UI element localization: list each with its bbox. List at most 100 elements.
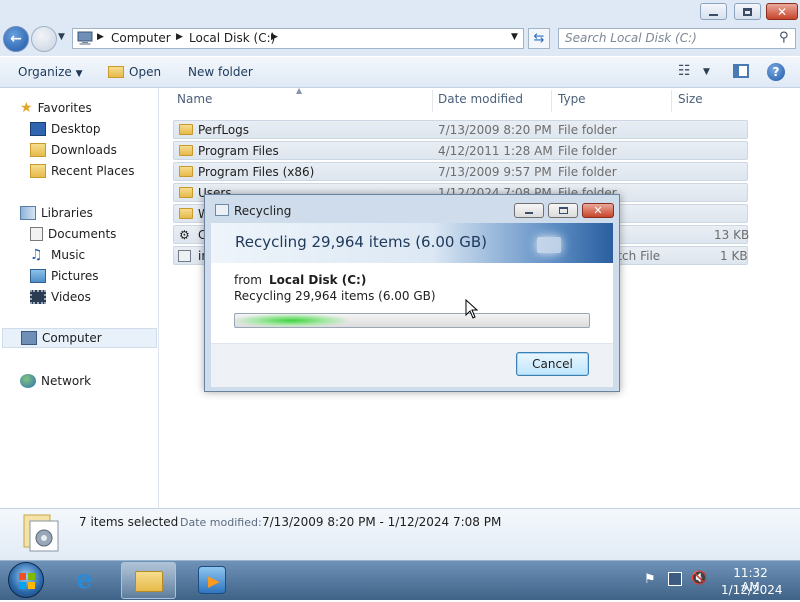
recycling-dialog: Recycling ✕ Recycling 29,964 items (6.00… [204, 194, 620, 392]
progress-bar [234, 313, 590, 328]
file-type: File folder [558, 144, 617, 158]
nav-item-pictures[interactable]: Pictures [30, 266, 99, 286]
open-label: Open [129, 65, 162, 79]
file-size: 1 KB [720, 249, 748, 263]
settings-file-icon: ⚙ [179, 228, 190, 242]
organize-button[interactable]: Organize ▼ [18, 65, 83, 79]
media-player-button[interactable]: ▶ [198, 566, 226, 594]
new-folder-button[interactable]: New folder [188, 65, 253, 79]
arrow-left-icon: ← [10, 31, 22, 47]
selection-count: 7 items selected [79, 515, 179, 529]
nav-item-label: Videos [51, 290, 91, 304]
pictures-icon [30, 269, 46, 283]
network-icon [20, 374, 36, 388]
breadcrumb-local-disk[interactable]: Local Disk (C:) [189, 31, 275, 45]
refresh-icon: ⇆ [533, 31, 545, 46]
recent-places-icon [30, 164, 46, 178]
file-row[interactable]: Program Files (x86) 7/13/2009 9:57 PM Fi… [173, 162, 748, 181]
downloads-icon [30, 143, 46, 157]
column-header-name[interactable]: Name [177, 92, 212, 106]
column-header-date-modified[interactable]: Date modified [438, 92, 523, 106]
nav-item-label: Pictures [51, 269, 99, 283]
computer-icon [21, 331, 37, 345]
documents-icon [30, 227, 43, 241]
cancel-button[interactable]: Cancel [516, 352, 589, 376]
folder-icon [179, 187, 193, 198]
nav-item-music[interactable]: ♫ Music [30, 245, 85, 265]
recent-pages-dropdown[interactable]: ▼ [58, 32, 65, 42]
explorer-taskbar-button[interactable] [121, 562, 176, 599]
close-window-button[interactable]: ✕ [766, 3, 798, 20]
open-button[interactable]: Open [108, 65, 161, 79]
file-type: File folder [558, 165, 617, 179]
column-header-size[interactable]: Size [678, 92, 703, 106]
help-icon[interactable]: ? [767, 63, 785, 81]
clock-date[interactable]: 1/12/2024 [721, 583, 783, 597]
nav-item-label: Music [51, 248, 86, 262]
nav-item-recent-places[interactable]: Recent Places [30, 161, 134, 181]
nav-favorites-label: Favorites [37, 101, 92, 115]
forward-button[interactable]: → [31, 26, 57, 52]
maximize-icon [558, 207, 568, 214]
file-row[interactable]: PerfLogs 7/13/2009 8:20 PM File folder [173, 120, 748, 139]
nav-item-label: Desktop [51, 122, 101, 136]
windows-logo-icon [19, 573, 35, 589]
computer-icon [76, 31, 94, 49]
nav-computer[interactable]: Computer [2, 328, 157, 348]
column-divider[interactable] [432, 90, 433, 112]
volume-muted-icon[interactable]: 🔇 [691, 571, 707, 586]
view-dropdown-icon[interactable]: ▼ [703, 67, 710, 77]
column-divider[interactable] [551, 90, 552, 112]
videos-icon [30, 290, 46, 304]
multiple-files-icon [20, 513, 62, 553]
progress-bar-fill [235, 314, 349, 327]
internet-explorer-button[interactable]: e [76, 566, 104, 594]
dialog-title: Recycling [234, 204, 292, 218]
nav-network-label: Network [41, 374, 92, 388]
nav-item-videos[interactable]: Videos [30, 287, 91, 307]
address-dropdown-icon[interactable]: ▼ [511, 32, 518, 42]
dialog-close-button[interactable]: ✕ [582, 203, 614, 218]
flag-icon[interactable]: ⚑ [644, 572, 656, 587]
nav-item-desktop[interactable]: Desktop [30, 119, 101, 139]
nav-item-downloads[interactable]: Downloads [30, 140, 117, 160]
restore-button[interactable] [734, 3, 761, 20]
date-modified-label: Date modified: [180, 516, 262, 529]
folder-open-icon [108, 66, 124, 78]
search-icon[interactable]: ⚲ [779, 30, 789, 45]
search-input[interactable]: Search Local Disk (C:) ⚲ [558, 28, 796, 49]
back-button[interactable]: ← [3, 26, 29, 52]
nav-libraries[interactable]: Libraries [20, 203, 93, 223]
start-button[interactable] [8, 562, 44, 598]
dialog-maximize-button[interactable] [548, 203, 578, 218]
mouse-cursor-icon [465, 298, 479, 322]
file-date: 7/13/2009 8:20 PM [438, 123, 552, 137]
preview-pane-icon[interactable] [733, 64, 749, 78]
address-bar[interactable]: ▶ Computer ▶ Local Disk (C:) ▶ ▼ [72, 28, 524, 49]
minimize-button[interactable] [700, 3, 727, 20]
file-type: File folder [558, 123, 617, 137]
dialog-minimize-button[interactable] [514, 203, 544, 218]
column-divider[interactable] [671, 90, 672, 112]
minimize-icon [525, 211, 533, 214]
column-header-type[interactable]: Type [558, 92, 586, 106]
restore-icon [743, 7, 752, 16]
recycle-animation-icon [537, 237, 561, 253]
view-options-icon[interactable]: ☷ [678, 63, 691, 79]
date-modified-range: 7/13/2009 8:20 PM - 1/12/2024 7:08 PM [262, 515, 502, 529]
nav-favorites[interactable]: ★ Favorites [20, 98, 92, 118]
breadcrumb-computer[interactable]: Computer [111, 31, 171, 45]
network-status-icon[interactable] [668, 572, 682, 586]
file-name: Program Files (x86) [198, 165, 315, 179]
batch-file-icon [178, 250, 191, 262]
folder-icon [135, 571, 163, 592]
desktop-icon [30, 122, 46, 136]
folder-icon [179, 145, 193, 156]
dialog-heading: Recycling 29,964 items (6.00 GB) [235, 233, 487, 251]
folder-icon [179, 208, 193, 219]
nav-network[interactable]: Network [20, 371, 91, 391]
file-row[interactable]: Program Files 4/12/2011 1:28 AM File fol… [173, 141, 748, 160]
nav-item-documents[interactable]: Documents [30, 224, 116, 244]
refresh-button[interactable]: ⇆ [528, 28, 550, 49]
breadcrumb-arrow-icon: ▶ [97, 32, 104, 42]
